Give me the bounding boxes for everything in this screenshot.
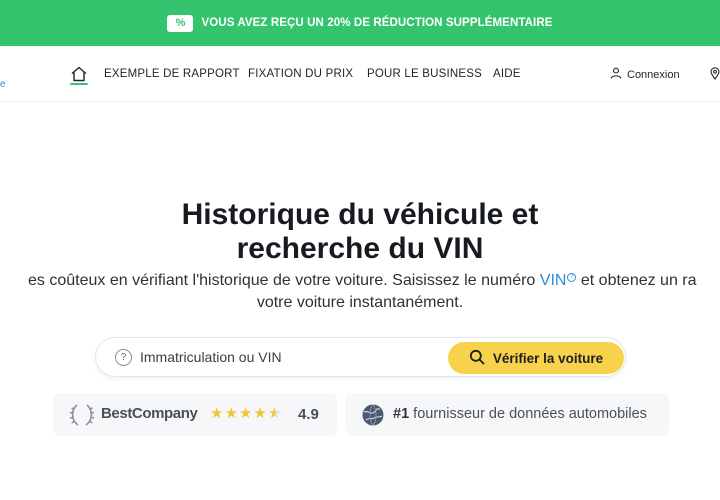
provider-rank: #1 <box>393 406 410 422</box>
top-nav: e EXEMPLE DE RAPPORT FIXATION DU PRIX PO… <box>0 46 720 102</box>
active-indicator <box>70 83 88 85</box>
user-icon <box>610 67 622 82</box>
search-input[interactable] <box>140 342 440 372</box>
provider-label: fournisseur de données automobiles <box>409 406 647 422</box>
provider-badge: #1 fournisseur de données automobiles <box>345 393 669 436</box>
login-label: Connexion <box>627 68 680 81</box>
title-line-1: Historique du véhicule et <box>181 198 539 231</box>
globe-icon <box>361 403 385 432</box>
star-icon: ★ <box>224 405 238 422</box>
location-pin-icon[interactable] <box>710 67 720 85</box>
bestcompany-badge[interactable]: BestCompany ★ ★ ★ ★ ★ 4.9 <box>53 393 337 436</box>
vin-link[interactable]: VIN <box>540 272 567 289</box>
search-icon <box>469 349 485 368</box>
promo-text: VOUS AVEZ REÇU UN 20% DE RÉDUCTION SUPPL… <box>201 17 553 29</box>
star-rating: ★ ★ ★ ★ ★ <box>210 405 281 422</box>
check-car-label: Vérifier la voiture <box>492 350 604 366</box>
subtitle-line-1: es coûteux en vérifiant l'historique de … <box>28 270 697 292</box>
provider-text: #1 fournisseur de données automobiles <box>393 406 647 422</box>
login-button[interactable]: Connexion <box>610 67 680 82</box>
question-circle-icon[interactable]: ? <box>115 349 132 366</box>
laurel-icon <box>69 402 95 433</box>
check-car-button[interactable]: Vérifier la voiture <box>448 342 624 374</box>
subtitle-line-2: votre voiture instantanément. <box>256 294 464 311</box>
nav-link-pricing[interactable]: FIXATION DU PRIX <box>248 68 353 80</box>
page-title: Historique du véhicule et recherche du V… <box>0 198 720 266</box>
nav-link-sample-report[interactable]: EXEMPLE DE RAPPORT <box>104 68 240 80</box>
vin-search-bar: ? Vérifier la voiture <box>95 337 626 377</box>
subtitle-text-before: es coûteux en vérifiant l'historique de … <box>28 272 540 289</box>
nav-link-business[interactable]: POUR LE BUSINESS <box>367 68 482 80</box>
percent-tag-icon: % <box>167 14 194 32</box>
logo-fragment[interactable]: e <box>0 79 6 90</box>
hero-subtitle: es coûteux en vérifiant l'historique de … <box>0 270 720 312</box>
title-line-2: recherche du VIN <box>236 232 484 265</box>
bestcompany-name: BestCompany <box>101 405 198 422</box>
star-icon: ★ <box>210 405 224 422</box>
star-icon: ★ <box>253 405 267 422</box>
star-icon: ★ <box>238 405 253 422</box>
subtitle-text-after: et obtenez un ra <box>576 272 697 289</box>
nav-link-help[interactable]: AIDE <box>493 68 521 80</box>
rating-value: 4.9 <box>298 406 319 423</box>
half-star-icon: ★ <box>267 405 282 422</box>
promo-banner[interactable]: % VOUS AVEZ REÇU UN 20% DE RÉDUCTION SUP… <box>0 0 720 46</box>
